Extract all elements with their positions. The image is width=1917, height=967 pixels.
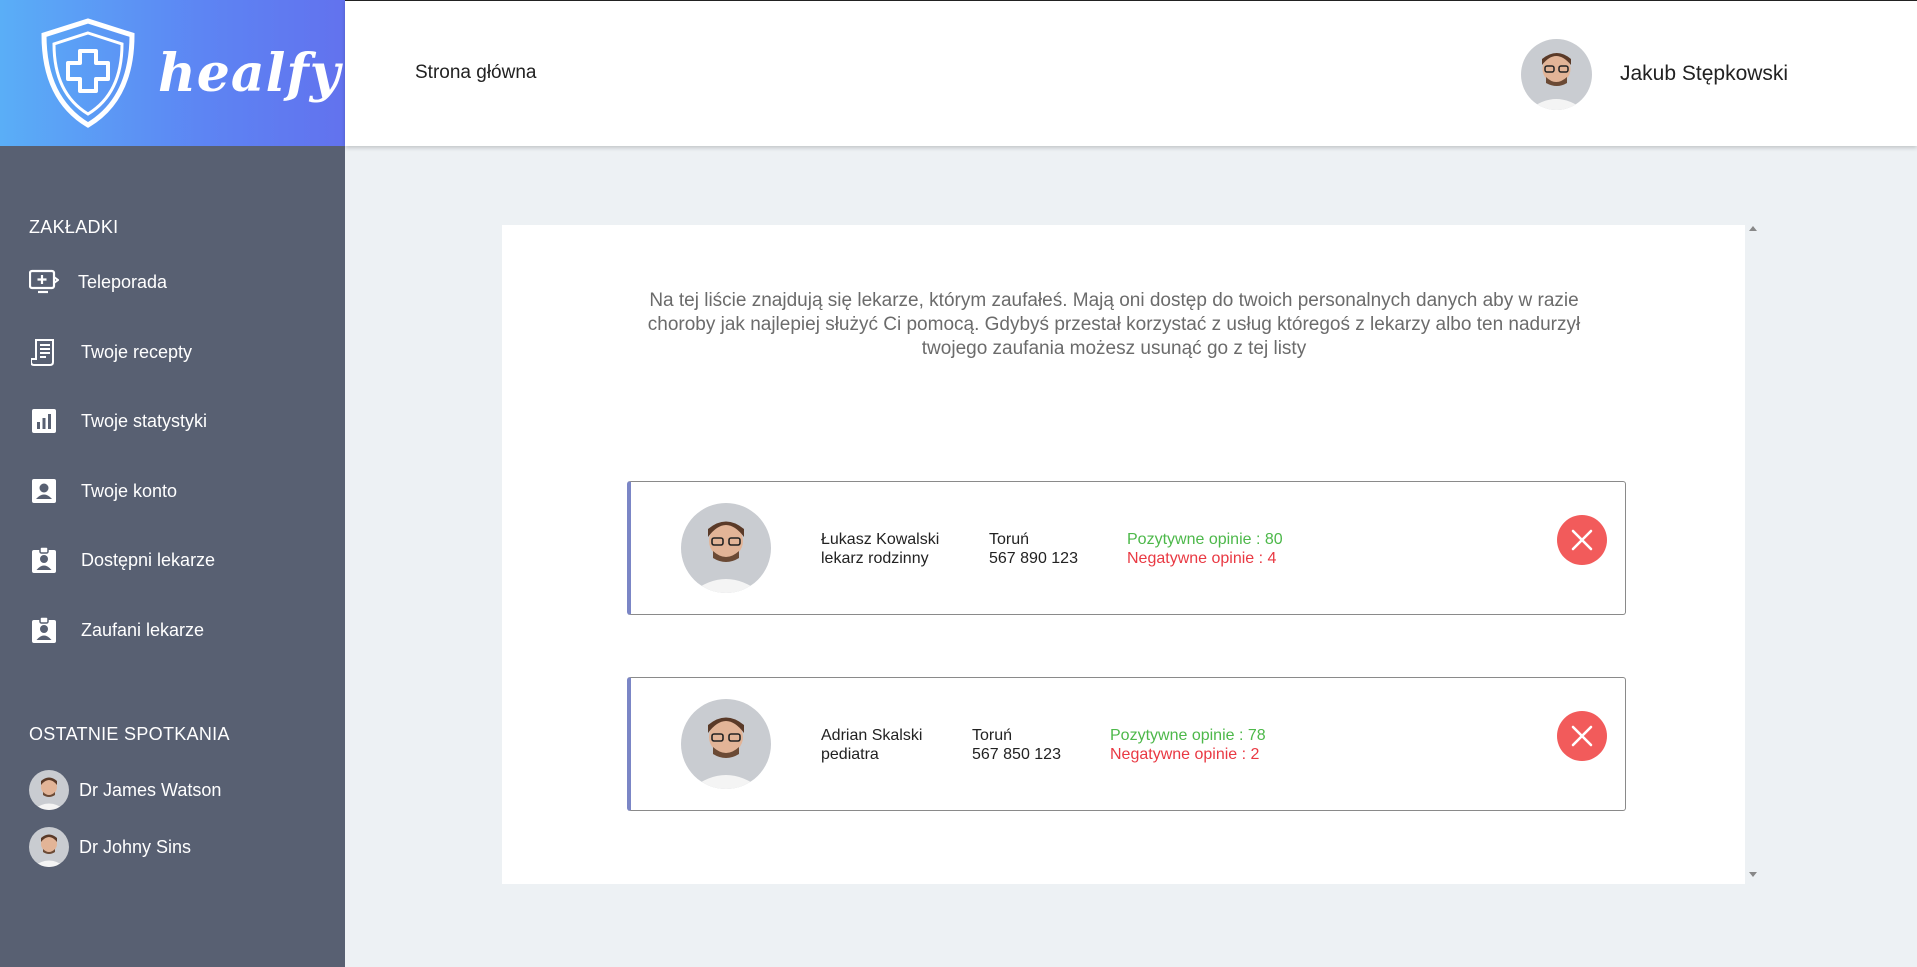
doctor-identity: Adrian Skalski pediatra [821,726,922,764]
doctor-card: Adrian Skalski pediatra Toruń 567 850 12… [627,677,1626,811]
doctor-specialty: pediatra [821,746,879,763]
user-name[interactable]: Jakub Stępkowski [1620,62,1788,86]
trusted-doctors-panel: Na tej liście znajdują się lekarze, któr… [502,225,1745,884]
shield-logo-icon [41,18,135,128]
doctor-city: Toruń [989,531,1030,548]
recent-meeting-label: Dr Johny Sins [79,836,192,857]
close-icon [1571,529,1593,551]
sidebar-item-label: Twoje recepty [81,341,193,362]
doctor-identity: Łukasz Kowalski lekarz rodzinny [821,530,939,568]
badge-icon [29,545,59,575]
intro-text: Na tej liście znajdują się lekarze, któr… [647,290,1581,359]
home-link[interactable]: Strona główna [415,62,536,84]
doctor-contact: Toruń 567 890 123 [989,530,1078,568]
chart-icon [29,406,59,436]
scroll-up-arrow[interactable] [1749,226,1757,231]
negative-opinions: Negatywne opinie : 4 [1127,550,1277,567]
badge-icon [29,615,59,645]
sidebar-item-dostepni-lekarze[interactable]: Dostępni lekarze [29,545,215,575]
doctor-contact: Toruń 567 850 123 [972,726,1061,764]
doctor-card: Łukasz Kowalski lekarz rodzinny Toruń 56… [627,481,1626,615]
doctor-specialty: lekarz rodzinny [821,550,929,567]
sidebar-item-konto[interactable]: Twoje konto [29,476,177,506]
brand-name: healfy [158,42,341,104]
recent-meeting-item[interactable]: Dr Johny Sins [29,827,191,867]
account-icon [29,476,59,506]
doctor-phone: 567 890 123 [989,550,1078,567]
doctor-ratings: Pozytywne opinie : 78 Negatywne opinie :… [1110,726,1266,764]
doctor-phone: 567 850 123 [972,746,1061,763]
avatar [29,770,69,810]
top-header: Strona główna Jakub Stępkowski [345,0,1917,146]
recent-heading: OSTATNIE SPOTKANIA [29,724,230,744]
tabs-heading: ZAKŁADKI [29,217,119,237]
recent-meeting-item[interactable]: Dr James Watson [29,770,221,810]
sidebar-item-label: Teleporada [78,271,168,292]
user-avatar[interactable] [1521,39,1592,110]
remove-doctor-button[interactable] [1557,515,1607,565]
doctor-avatar [681,699,771,789]
receipt-icon [29,337,59,367]
video-call-icon [29,267,59,297]
remove-doctor-button[interactable] [1557,711,1607,761]
recent-meeting-label: Dr James Watson [79,779,222,800]
doctor-ratings: Pozytywne opinie : 80 Negatywne opinie :… [1127,530,1283,568]
doctor-name: Łukasz Kowalski [821,531,940,548]
doctor-name: Adrian Skalski [821,727,923,744]
sidebar-item-label: Twoje statystyki [81,410,208,431]
scroll-down-arrow[interactable] [1749,872,1757,877]
logo[interactable]: healfy [0,0,345,146]
avatar [29,827,69,867]
positive-opinions: Pozytywne opinie : 78 [1110,727,1266,744]
doctor-city: Toruń [972,727,1013,744]
sidebar-item-teleporada[interactable]: Teleporada [29,267,167,297]
sidebar: ZAKŁADKI Teleporada Twoje recepty Twoje … [0,146,345,967]
sidebar-item-zaufani-lekarze[interactable]: Zaufani lekarze [29,615,204,645]
sidebar-item-recepty[interactable]: Twoje recepty [29,337,192,367]
sidebar-item-label: Zaufani lekarze [81,619,205,640]
close-icon [1571,725,1593,747]
sidebar-item-label: Twoje konto [81,480,178,501]
sidebar-item-label: Dostępni lekarze [81,549,216,570]
negative-opinions: Negatywne opinie : 2 [1110,746,1260,763]
sidebar-item-statystyki[interactable]: Twoje statystyki [29,406,207,436]
doctor-avatar [681,503,771,593]
positive-opinions: Pozytywne opinie : 80 [1127,531,1283,548]
